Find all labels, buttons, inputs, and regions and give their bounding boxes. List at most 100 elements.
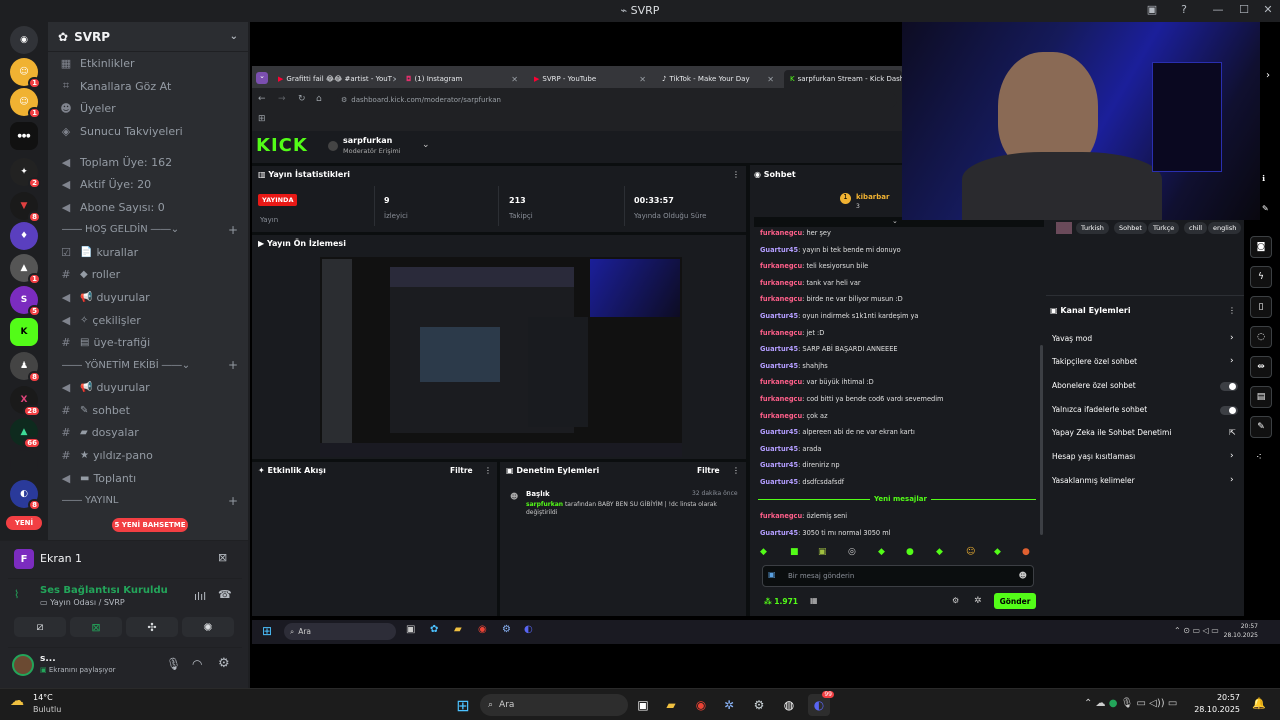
- chat-input[interactable]: ▣ Bir mesaj gönderin ☻: [762, 565, 1034, 587]
- add-channel-icon[interactable]: +: [228, 494, 238, 508]
- server-icon-1[interactable]: ●●●: [10, 122, 38, 150]
- collapse-chevron-icon[interactable]: ›: [1266, 70, 1270, 81]
- info-icon[interactable]: ℹ: [1262, 174, 1265, 183]
- mod-tool-wrench-icon[interactable]: ✎: [1250, 416, 1272, 438]
- channel-action-item[interactable]: Takipçilere özel sohbet: [1052, 357, 1137, 366]
- tab-tiktok[interactable]: ♪ TikTok - Make Your Day ✕: [656, 70, 780, 88]
- close-button[interactable]: ✕: [1258, 3, 1278, 16]
- home-icon[interactable]: ⌂: [316, 94, 322, 104]
- soundboard-icon[interactable]: ılıl: [194, 590, 206, 603]
- mod-tool-doc-icon[interactable]: ▯: [1250, 296, 1272, 318]
- mod-tool-bolt-icon[interactable]: ϟ: [1250, 266, 1272, 288]
- channel-cekilisler[interactable]: ◀ ✧ çekilişler: [48, 309, 248, 332]
- server-icon-10[interactable]: ◐ 8: [10, 480, 41, 511]
- chat-username[interactable]: furkanegcu: [760, 329, 802, 337]
- new-unreads-pill[interactable]: YENİ: [6, 516, 42, 530]
- chat-settings-icon[interactable]: ⚙: [952, 596, 959, 605]
- channel-action-item[interactable]: Abonelere özel sohbet: [1052, 381, 1136, 390]
- chat-message[interactable]: Guartur45: arada: [760, 445, 821, 453]
- channel-action-item[interactable]: Yalnızca ifadelerle sohbet: [1052, 405, 1147, 414]
- channel-duyurular[interactable]: ◀ 📢 duyurular: [48, 286, 248, 309]
- file-explorer-icon[interactable]: ▰: [660, 694, 682, 716]
- server-icon-8[interactable]: ▲ 66: [10, 418, 41, 449]
- mod-tool-chat-icon[interactable]: ◌: [1250, 326, 1272, 348]
- mod-tool-grid-icon[interactable]: ▤: [1250, 386, 1272, 408]
- activity-menu-icon[interactable]: ⋮: [484, 466, 492, 475]
- stats-menu-icon[interactable]: ⋮: [732, 170, 740, 179]
- chevron-right-icon[interactable]: ›: [1230, 475, 1234, 485]
- chat-message[interactable]: furkanegcu: jet :D: [760, 329, 824, 337]
- chat-message[interactable]: Guartur45: yayın bi tek bende mi donuyo: [760, 246, 901, 254]
- server-icon-9[interactable]: [10, 450, 38, 478]
- copilot-icon[interactable]: ✿: [430, 624, 438, 635]
- chat-username[interactable]: furkanegcu: [760, 395, 802, 403]
- stat-subscribers[interactable]: ◀ Abone Sayısı: 0: [48, 196, 248, 219]
- activity-filter-button[interactable]: Filtre: [450, 466, 473, 475]
- camera-off-button[interactable]: ⧄: [14, 617, 66, 637]
- emote-icon[interactable]: ☺: [966, 547, 975, 557]
- mic-icon[interactable]: 🎙: [166, 657, 181, 671]
- stream-tag[interactable]: Sohbet: [1114, 222, 1147, 234]
- kick-server-icon[interactable]: K: [10, 318, 38, 346]
- server-icon-2[interactable]: ✦ 2: [10, 158, 41, 189]
- chat-message[interactable]: furkanegcu: birde ne var biliyor musun :…: [760, 295, 903, 303]
- share-icon[interactable]: ⁖: [1256, 452, 1262, 463]
- chat-username[interactable]: Guartur45: [760, 246, 798, 254]
- chat-username[interactable]: furkanegcu: [760, 378, 802, 386]
- server-icon-3[interactable]: ▼ 8: [10, 192, 41, 223]
- channel-admin-duyurular[interactable]: ◀ 📢 duyurular: [48, 376, 248, 399]
- chat-username[interactable]: furkanegcu: [760, 229, 802, 237]
- smiley-icon[interactable]: ☻: [1019, 571, 1027, 580]
- chat-username[interactable]: furkanegcu: [760, 412, 802, 420]
- calendar-icon[interactable]: ▦: [810, 596, 818, 605]
- mod-tool-user-icon[interactable]: ◙: [1250, 236, 1272, 258]
- send-button[interactable]: Gönder: [994, 593, 1036, 609]
- emote-picker-icon[interactable]: ▣: [768, 570, 776, 579]
- add-channel-icon[interactable]: +: [228, 223, 238, 237]
- stream-tag[interactable]: Türkçe: [1148, 222, 1180, 234]
- chat-username[interactable]: Guartur45: [760, 312, 798, 320]
- stream-tag[interactable]: chill: [1184, 222, 1208, 234]
- chrome-icon[interactable]: ◉: [478, 624, 487, 635]
- discord-home-icon[interactable]: ◉: [10, 26, 38, 54]
- chat-username[interactable]: furkanegcu: [760, 512, 802, 520]
- new-mentions-pill[interactable]: 5 YENİ BAHSETME: [112, 518, 188, 532]
- chat-message[interactable]: Guartur45: oyun indirmek s1k1nti kardeşi…: [760, 312, 918, 320]
- category-streams[interactable]: ―― YAYINL +: [48, 490, 248, 512]
- server-header[interactable]: ✿ SVRP ⌄: [48, 22, 248, 52]
- stream-tag[interactable]: Turkish: [1076, 222, 1109, 234]
- kicks-balance[interactable]: ⁂ 1.971: [764, 597, 798, 606]
- channel-yildiz-pano[interactable]: # ★ yıldız-pano: [48, 444, 248, 467]
- channel-switch-chevron-icon[interactable]: ⌄: [422, 140, 430, 150]
- stat-total-members[interactable]: ◀ Toplam Üye: 162: [48, 151, 248, 174]
- chat-username[interactable]: Guartur45: [760, 529, 798, 537]
- server-icon-4[interactable]: ♦: [10, 222, 38, 250]
- voice-room[interactable]: ▭ Yayın Odası / SVRP: [40, 598, 125, 607]
- inbox-icon[interactable]: ▣: [1142, 3, 1162, 16]
- mod-filter-button[interactable]: Filtre: [697, 466, 720, 475]
- chat-message[interactable]: Guartur45: alpereen abi de ne var ekran …: [760, 428, 915, 436]
- obs-icon[interactable]: ◍: [778, 694, 800, 716]
- headphones-icon[interactable]: ◠: [192, 657, 202, 671]
- emote-icon[interactable]: ◆: [760, 547, 767, 557]
- channel-action-item[interactable]: Yavaş mod: [1052, 334, 1092, 343]
- chat-message[interactable]: furkanegcu: tank var heli var: [760, 279, 861, 287]
- channel-members[interactable]: ☻ Üyeler: [48, 97, 248, 120]
- external-link-icon[interactable]: ⇱: [1229, 428, 1236, 437]
- help-icon[interactable]: ?: [1174, 3, 1194, 16]
- task-view-icon[interactable]: ▣: [406, 624, 415, 635]
- actions-menu-icon[interactable]: ⋮: [1228, 306, 1236, 315]
- discord-taskbar-icon[interactable]: ◐ 99: [808, 691, 834, 716]
- dm-avatar-2[interactable]: ☺ 1: [10, 88, 41, 119]
- explorer-icon[interactable]: ▰: [454, 624, 462, 635]
- stat-active-members[interactable]: ◀ Aktif Üye: 20: [48, 173, 248, 196]
- mod-shield-icon[interactable]: ✲: [974, 596, 982, 606]
- start-button[interactable]: ⊞: [452, 694, 474, 716]
- settings-gear-icon[interactable]: ⚙: [218, 656, 230, 671]
- dm-avatar-1[interactable]: ☺ 1: [10, 58, 41, 89]
- soundboard-button[interactable]: ✺: [182, 617, 234, 637]
- category-admin[interactable]: ―― YÖNETİM EKİBİ ――⌄ +: [48, 354, 248, 376]
- stop-stream-button[interactable]: ⊠: [70, 617, 122, 637]
- tray-icons[interactable]: ⌃ ⊙ ▭ ◁ ▭: [1174, 626, 1219, 635]
- system-tray-icons[interactable]: ⌃ ☁ ● 🎙 ▭ ◁)) ▭: [1084, 698, 1177, 709]
